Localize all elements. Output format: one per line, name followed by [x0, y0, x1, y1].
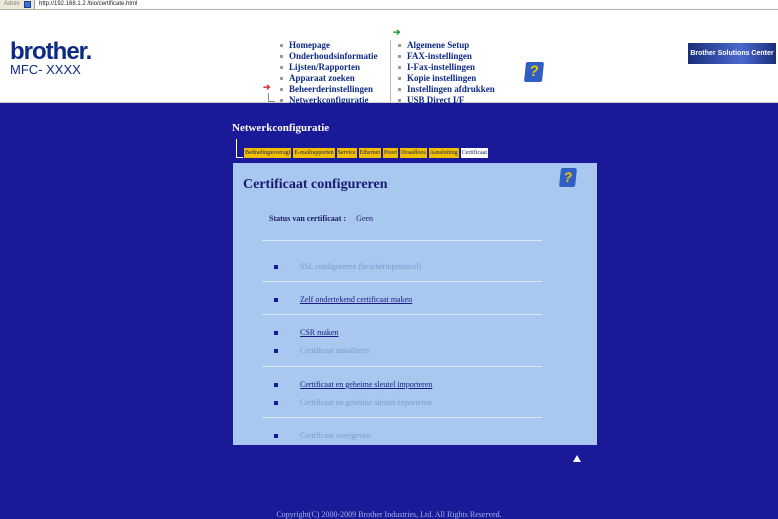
nav-item-ifax-settings[interactable]: I-Fax-instellingen — [396, 62, 495, 73]
link-ssl-configure: SSL configureren (beschermprotocol) — [274, 262, 421, 271]
divider — [262, 314, 542, 315]
help-icon[interactable]: ? — [523, 62, 545, 82]
link-view-certificate: Certificaat weergeven — [274, 431, 370, 440]
nav-item-admin-settings[interactable]: Beheerderinstellingen — [278, 84, 378, 95]
nav-item-print-settings[interactable]: Instellingen afdrukken — [396, 84, 495, 95]
tab-email-reports[interactable]: E-mailrapporten — [292, 147, 336, 159]
nav-bracket — [268, 93, 275, 102]
bullet-icon — [274, 349, 278, 354]
general-setup-arrow-icon: ➔ — [393, 27, 401, 37]
divider — [262, 240, 542, 241]
link-install-certificate: Certificaat installeren — [274, 346, 369, 355]
panel-help-icon[interactable]: ? — [559, 168, 577, 187]
address-label: Adres — [4, 1, 20, 7]
link-import-certificate-key[interactable]: Certificaat en geheime sleutel importere… — [274, 380, 432, 389]
link-create-self-signed[interactable]: Zelf ondertekend certificaat maken — [274, 295, 412, 304]
tab-bar: Bedradingsoveragt E-mailrapporten Servic… — [243, 147, 489, 159]
solutions-center-banner[interactable]: Brother Solutions Center — [688, 43, 776, 64]
status-label: Status van certificaat : — [269, 214, 347, 223]
scroll-to-top-icon[interactable] — [573, 455, 581, 462]
nav-right: Algemene Setup FAX-instellingen I-Fax-in… — [396, 40, 495, 106]
divider — [262, 281, 542, 282]
tab-certificate[interactable]: Certificaat — [459, 147, 489, 159]
tab-service[interactable]: Service — [335, 147, 358, 159]
nav-item-fax-settings[interactable]: FAX-instellingen — [396, 51, 495, 62]
nav-left: Homepage Onderhoudsinformatie Lijsten/Ra… — [278, 40, 378, 106]
bullet-icon — [274, 298, 278, 303]
nav-item-general-setup[interactable]: Algemene Setup — [396, 40, 495, 51]
panel-title: Certificaat configureren — [243, 177, 388, 192]
bullet-icon — [274, 265, 278, 270]
certificate-status: Status van certificaat : Geen — [269, 214, 373, 223]
url-field[interactable]: http://192.168.1.2 /bio/certificate.html — [34, 0, 778, 9]
nav-item-copy-settings[interactable]: Kopie instellingen — [396, 73, 495, 84]
nav-item-maintenance[interactable]: Onderhoudsinformatie — [278, 51, 378, 62]
current-section-arrow-icon: ➔ — [263, 82, 271, 92]
divider — [262, 366, 542, 367]
tab-connector — [236, 139, 237, 158]
tab-ethernet[interactable]: Ethernet — [357, 147, 382, 159]
bullet-icon — [274, 434, 278, 439]
bullet-icon — [274, 331, 278, 336]
tab-port[interactable]: Poort — [381, 147, 399, 159]
header: brother. MFC- XXXX Homepage Onderhoudsin… — [0, 10, 778, 106]
section-title: Netwerkconfiguratie — [232, 122, 330, 134]
tab-wireless[interactable]: Draadloos — [399, 147, 428, 159]
copyright-text: Copyright(C) 2000-2009 Brother Industrie… — [276, 510, 502, 519]
nav-item-find-device[interactable]: Apparaat zoeken — [278, 73, 378, 84]
bullet-icon — [274, 383, 278, 388]
nav-item-homepage[interactable]: Homepage — [278, 40, 378, 51]
address-bar: Adres http://192.168.1.2 /bio/certificat… — [0, 0, 778, 10]
model-name: MFC- XXXX — [10, 62, 81, 77]
nav-divider — [390, 40, 391, 106]
tab-wired-overview[interactable]: Bedradingsoveragt — [243, 147, 293, 159]
bullet-icon — [274, 401, 278, 406]
tab-connection[interactable]: Aansluiting — [427, 147, 460, 159]
page-icon — [24, 1, 31, 8]
link-create-csr[interactable]: CSR maken — [274, 328, 338, 337]
divider — [262, 417, 542, 418]
link-export-certificate-key: Certificaat en geheime sleutel exportere… — [274, 398, 432, 407]
nav-item-reports[interactable]: Lijsten/Rapporten — [278, 62, 378, 73]
status-value: Geen — [356, 214, 373, 223]
